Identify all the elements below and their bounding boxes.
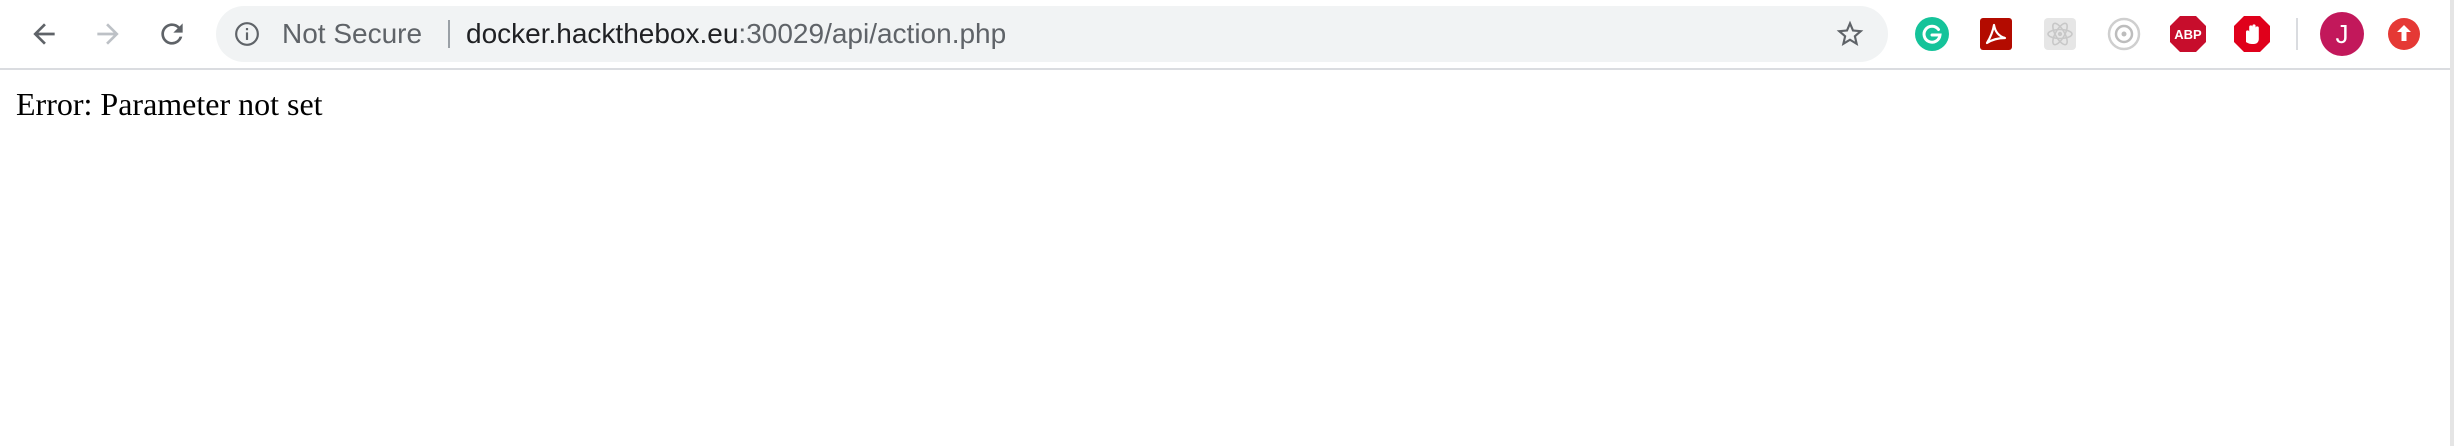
arrow-right-icon [97, 23, 119, 45]
browser-window: Not Secure docker.hackthebox.eu:30029/ap… [0, 0, 2454, 446]
react-devtools-icon [2044, 18, 2076, 50]
page-content: Error: Parameter not set [0, 70, 2450, 446]
info-circle-icon[interactable] [234, 21, 260, 47]
browser-toolbar: Not Secure docker.hackthebox.eu:30029/ap… [0, 0, 2454, 70]
adblock-hand-icon [2234, 16, 2270, 52]
url-text[interactable]: docker.hackthebox.eu:30029/api/action.ph… [466, 6, 1006, 62]
reload-button[interactable] [148, 10, 196, 58]
svg-text:ABP: ABP [2174, 27, 2202, 42]
omnibox-divider [448, 20, 450, 48]
update-button[interactable] [2384, 14, 2424, 54]
security-status-label[interactable]: Not Secure [282, 6, 422, 62]
grammarly-extension-button[interactable] [1912, 14, 1952, 54]
grammarly-icon [1915, 17, 1949, 51]
adblock-plus-extension-button[interactable]: ABP [2168, 14, 2208, 54]
back-button[interactable] [20, 10, 68, 58]
profile-avatar[interactable]: J [2320, 12, 2364, 56]
url-host: docker.hackthebox.eu [466, 18, 739, 49]
acrobat-extension-button[interactable] [1976, 14, 2016, 54]
extension-circle-icon [2107, 17, 2141, 51]
star-outline-icon[interactable] [1834, 18, 1866, 50]
toolbar-separator [2296, 18, 2298, 50]
adblock-extension-button[interactable] [2232, 14, 2272, 54]
error-message: Error: Parameter not set [16, 86, 323, 122]
forward-button[interactable] [84, 10, 132, 58]
url-path: :30029/api/action.php [738, 18, 1007, 49]
arrow-up-circle-icon [2388, 18, 2420, 50]
arrow-left-icon [33, 23, 55, 45]
react-devtools-extension-button[interactable] [2040, 14, 2080, 54]
acrobat-icon [1980, 18, 2012, 50]
circle-extension-button[interactable] [2104, 14, 2144, 54]
reload-icon [161, 23, 183, 45]
address-bar[interactable]: Not Secure docker.hackthebox.eu:30029/ap… [216, 6, 1888, 62]
window-edge [2450, 0, 2454, 446]
adblock-plus-icon: ABP [2170, 16, 2206, 52]
